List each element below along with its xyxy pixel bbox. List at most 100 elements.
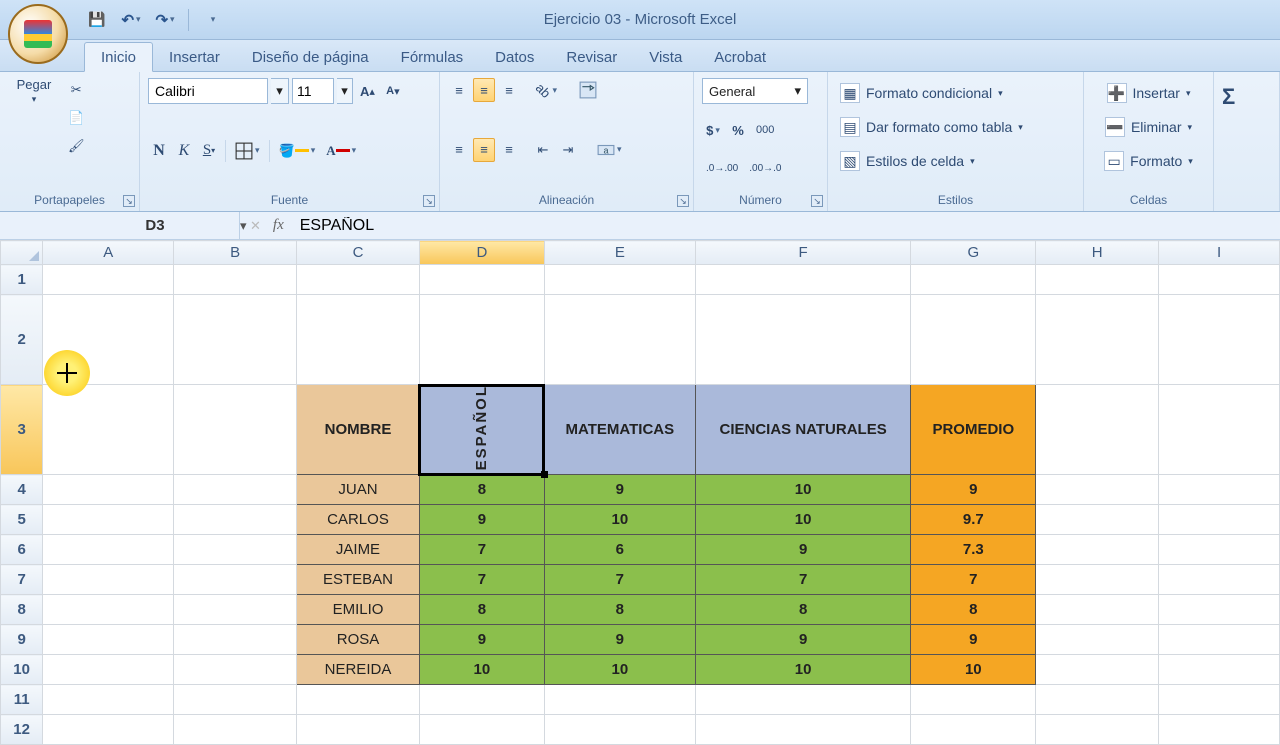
cell-E1[interactable] [544, 265, 695, 295]
cell-E6[interactable]: 6 [544, 535, 695, 565]
redo-button[interactable] [154, 9, 176, 31]
cell-E3[interactable]: MATEMATICAS [544, 385, 695, 475]
delete-cells-button[interactable]: ➖Eliminar▾ [1092, 112, 1205, 142]
cell-D6[interactable]: 7 [419, 535, 544, 565]
cell-I9[interactable] [1159, 625, 1280, 655]
cell-H9[interactable] [1036, 625, 1159, 655]
increase-decimal-button[interactable]: .0→.00 [702, 157, 742, 181]
cell-A9[interactable] [43, 625, 174, 655]
paste-button[interactable]: Pegar ▾ [8, 78, 60, 102]
tab-diseno[interactable]: Diseño de página [236, 43, 385, 71]
cell-C2[interactable] [297, 295, 420, 385]
cell-D3[interactable]: ESPAÑOL [419, 385, 544, 475]
cell-B1[interactable] [174, 265, 297, 295]
cell-F6[interactable]: 9 [695, 535, 911, 565]
cell-A12[interactable] [43, 715, 174, 745]
name-box-input[interactable] [70, 215, 240, 237]
align-right-button[interactable]: ≡ [498, 138, 520, 162]
cell-E7[interactable]: 7 [544, 565, 695, 595]
cell-H12[interactable] [1036, 715, 1159, 745]
cell-E9[interactable]: 9 [544, 625, 695, 655]
align-bottom-button[interactable]: ≡ [498, 78, 520, 102]
row-header-6[interactable]: 6 [1, 535, 43, 565]
row-header-5[interactable]: 5 [1, 505, 43, 535]
cell-A1[interactable] [43, 265, 174, 295]
cell-I1[interactable] [1159, 265, 1280, 295]
tab-insertar[interactable]: Insertar [153, 43, 236, 71]
cell-E11[interactable] [544, 685, 695, 715]
cell-C9[interactable]: ROSA [297, 625, 420, 655]
cell-C1[interactable] [297, 265, 420, 295]
cell-C3[interactable]: NOMBRE [297, 385, 420, 475]
cell-B9[interactable] [174, 625, 297, 655]
increase-indent-button[interactable]: ⇥ [557, 138, 579, 162]
row-header-7[interactable]: 7 [1, 565, 43, 595]
cell-E12[interactable] [544, 715, 695, 745]
conditional-format-button[interactable]: ▦Formato condicional▾ [836, 78, 1075, 108]
font-name-dropdown[interactable]: ▾ [271, 78, 289, 104]
cell-B10[interactable] [174, 655, 297, 685]
tab-datos[interactable]: Datos [479, 43, 550, 71]
row-header-4[interactable]: 4 [1, 475, 43, 505]
cell-H5[interactable] [1036, 505, 1159, 535]
cell-H8[interactable] [1036, 595, 1159, 625]
bold-button[interactable]: N [148, 139, 170, 163]
col-header-A[interactable]: A [43, 241, 174, 265]
cell-C7[interactable]: ESTEBAN [297, 565, 420, 595]
thousands-button[interactable]: 000 [752, 118, 778, 142]
cell-A3[interactable] [43, 385, 174, 475]
office-button[interactable] [8, 4, 68, 64]
row-header-8[interactable]: 8 [1, 595, 43, 625]
cell-B12[interactable] [174, 715, 297, 745]
cell-I11[interactable] [1159, 685, 1280, 715]
cell-C12[interactable] [297, 715, 420, 745]
cell-H11[interactable] [1036, 685, 1159, 715]
cell-F4[interactable]: 10 [695, 475, 911, 505]
cell-E4[interactable]: 9 [544, 475, 695, 505]
cell-H2[interactable] [1036, 295, 1159, 385]
percent-button[interactable]: % [727, 118, 749, 142]
cell-G7[interactable]: 7 [911, 565, 1036, 595]
cell-D8[interactable]: 8 [419, 595, 544, 625]
row-header-3[interactable]: 3 [1, 385, 43, 475]
shrink-font-button[interactable]: A▾ [382, 79, 404, 103]
cell-G6[interactable]: 7.3 [911, 535, 1036, 565]
cell-A5[interactable] [43, 505, 174, 535]
cell-D7[interactable]: 7 [419, 565, 544, 595]
cell-E8[interactable]: 8 [544, 595, 695, 625]
col-header-G[interactable]: G [911, 241, 1036, 265]
cell-G9[interactable]: 9 [911, 625, 1036, 655]
qat-customize[interactable] [201, 9, 223, 31]
cell-I10[interactable] [1159, 655, 1280, 685]
cell-G10[interactable]: 10 [911, 655, 1036, 685]
cell-C6[interactable]: JAIME [297, 535, 420, 565]
cell-A11[interactable] [43, 685, 174, 715]
cell-H7[interactable] [1036, 565, 1159, 595]
cell-A6[interactable] [43, 535, 174, 565]
cell-G2[interactable] [911, 295, 1036, 385]
cell-A8[interactable] [43, 595, 174, 625]
row-header-2[interactable]: 2 [1, 295, 43, 385]
cell-B5[interactable] [174, 505, 297, 535]
font-size-combo[interactable] [292, 78, 334, 104]
underline-button[interactable]: S▾ [198, 139, 220, 163]
cell-F5[interactable]: 10 [695, 505, 911, 535]
cell-G12[interactable] [911, 715, 1036, 745]
align-top-button[interactable]: ≡ [448, 78, 470, 102]
tab-revisar[interactable]: Revisar [550, 43, 633, 71]
italic-button[interactable]: K [173, 139, 195, 163]
cell-A10[interactable] [43, 655, 174, 685]
name-box[interactable]: ▾ [0, 212, 240, 239]
fill-color-button[interactable]: 🪣 [275, 139, 320, 163]
cell-A7[interactable] [43, 565, 174, 595]
font-color-button[interactable]: A [322, 139, 360, 163]
tab-acrobat[interactable]: Acrobat [698, 43, 782, 71]
cell-D12[interactable] [419, 715, 544, 745]
cut-button[interactable] [64, 78, 89, 102]
col-header-B[interactable]: B [174, 241, 297, 265]
cell-I3[interactable] [1159, 385, 1280, 475]
borders-button[interactable] [231, 139, 264, 163]
insert-cells-button[interactable]: ➕Insertar▾ [1092, 78, 1205, 108]
align-middle-button[interactable]: ≡ [473, 78, 495, 102]
copy-button[interactable] [64, 106, 89, 130]
